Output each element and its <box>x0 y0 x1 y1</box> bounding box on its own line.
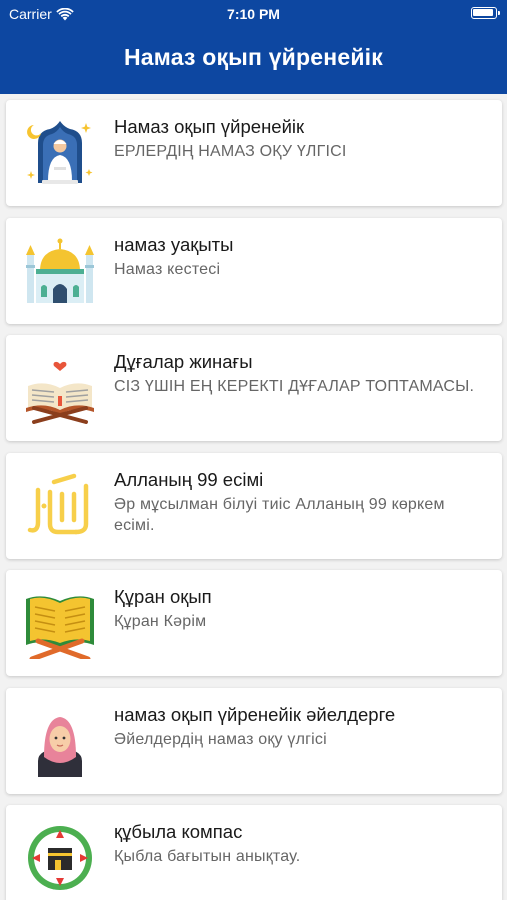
item-subtitle: СІЗ ҮШІН ЕҢ КЕРЕКТІ ДҰҒАЛАР ТОПТАМАСЫ. <box>114 378 475 395</box>
status-time: 7:10 PM <box>227 6 280 22</box>
item-title: Намаз оқып үйренейік <box>114 116 305 137</box>
item-subtitle: ЕРЛЕРДІҢ НАМАЗ ОҚУ ҮЛГІСІ <box>114 143 347 160</box>
list-item-women-prayer[interactable]: намаз оқып үйренейік әйелдерге Әйелдерді… <box>6 687 502 794</box>
item-subtitle: Намаз кестесі <box>114 260 221 278</box>
app-header: Carrier 7:10 PM Намаз оқып үйренейік <box>0 0 507 94</box>
hijab-woman-icon <box>38 716 82 777</box>
item-title: Дұғалар жинағы <box>114 351 253 372</box>
item-title: Құран оқып <box>114 586 212 607</box>
book-on-stand-icon <box>26 361 94 424</box>
list-item-prayer-times[interactable]: намаз уақыты Намаз кестесі <box>6 217 502 324</box>
praying-man-icon <box>27 121 93 184</box>
qibla-compass-icon <box>28 826 92 890</box>
status-bar: Carrier 7:10 PM <box>0 0 507 28</box>
quran-icon <box>26 596 94 659</box>
mosque-icon <box>26 238 94 303</box>
allah-calligraphy-icon <box>27 473 89 534</box>
list-item-duas[interactable]: Дұғалар жинағы СІЗ ҮШІН ЕҢ КЕРЕКТІ ДҰҒАЛ… <box>6 335 502 441</box>
item-title: құбыла компас <box>114 821 243 842</box>
list-item-men-prayer[interactable]: Намаз оқып үйренейік ЕРЛЕРДІҢ НАМАЗ ОҚУ … <box>6 100 502 206</box>
item-title: намаз оқып үйренейік әйелдерге <box>114 703 396 725</box>
item-subtitle: Қыбла бағытын анықтау. <box>114 848 301 865</box>
battery-icon <box>471 7 500 19</box>
item-subtitle: Әйелдердің намаз оқу үлгісі <box>114 730 327 748</box>
item-subtitle: Құран Кәрім <box>114 613 207 630</box>
list-item-qibla-compass[interactable]: құбыла компас Қыбла бағытын анықтау. <box>6 805 502 900</box>
item-title: намаз уақыты <box>114 233 234 255</box>
list-item-quran[interactable]: Құран оқып Құран Кәрім <box>6 570 502 676</box>
list-item-99-names[interactable]: Алланың 99 есімі Әр мұсылман білуі тиіс … <box>6 452 502 559</box>
item-subtitle: Әр мұсылман білуі тиіс Алланың 99 көркем… <box>114 495 445 534</box>
page-title: Намаз оқып үйренейік <box>124 44 383 70</box>
item-title: Алланың 99 есімі <box>114 468 264 490</box>
menu-list: Намаз оқып үйренейік ЕРЛЕРДІҢ НАМАЗ ОҚУ … <box>6 100 502 900</box>
